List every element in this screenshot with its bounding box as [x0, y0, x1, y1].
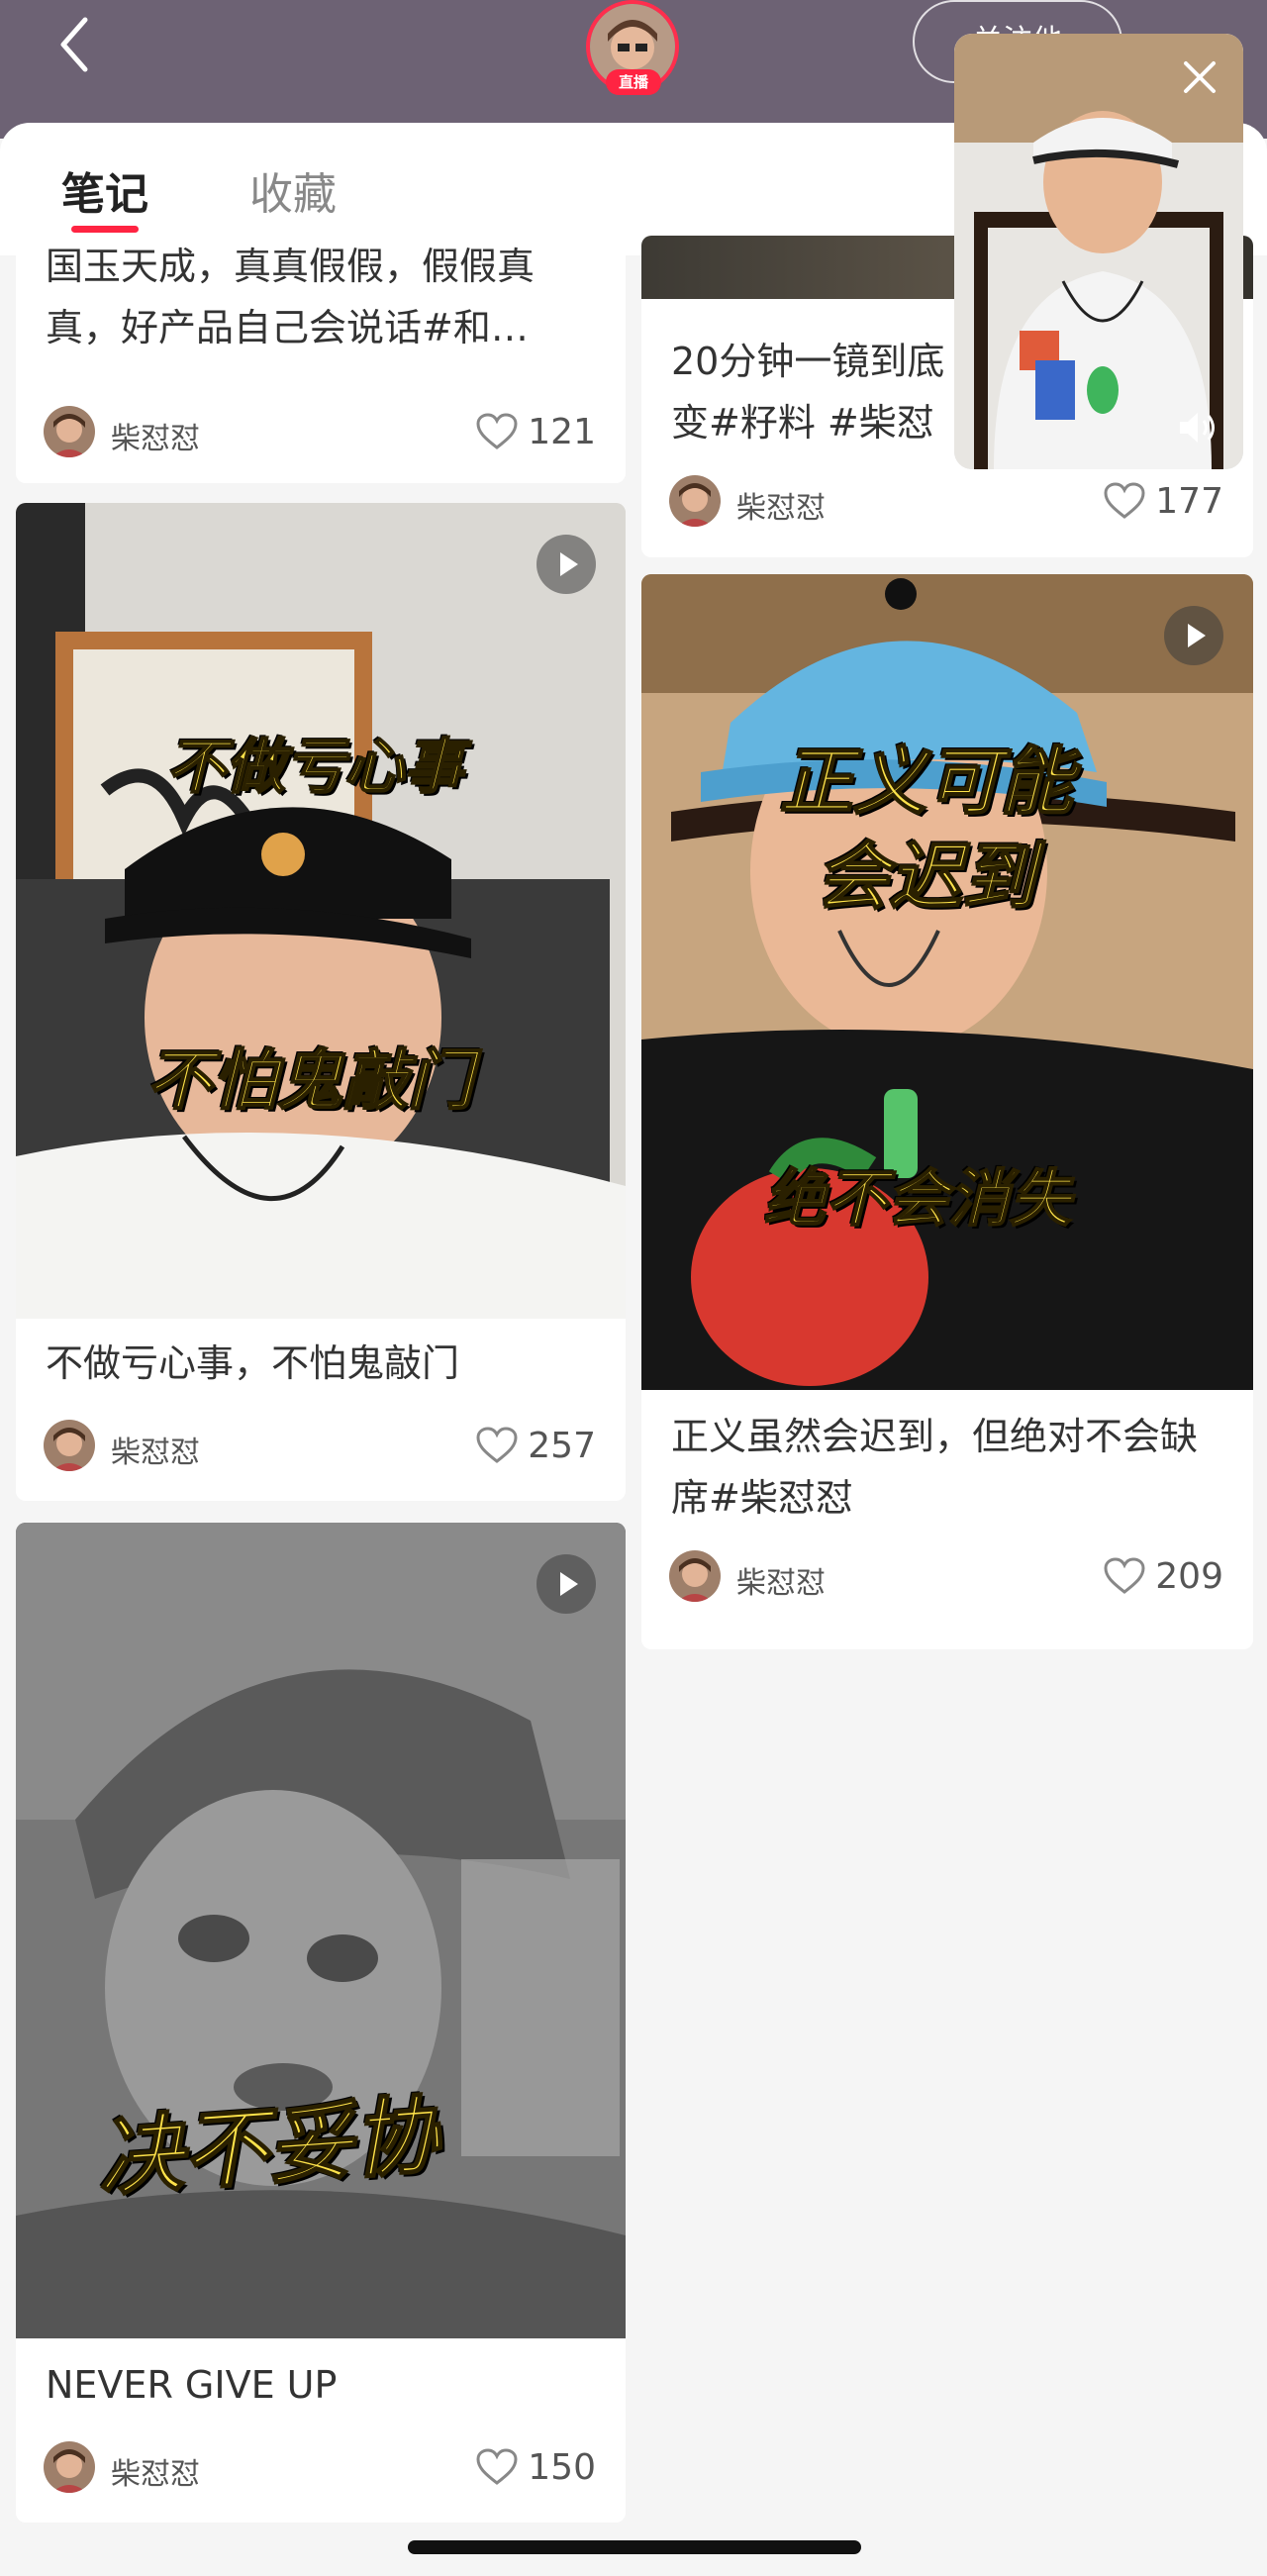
home-indicator	[408, 2540, 861, 2554]
card-title: 国玉天成，真真假假，假假真真，好产品自己会说话#和…	[46, 245, 536, 349]
author-avatar[interactable]	[669, 475, 721, 527]
video-caption-top: 不做亏心事	[165, 732, 464, 803]
profile-notes-page: 直播 关注他 笔记 收藏 国玉天成，真真假假，假假真真，好产品自己会说话#和… …	[0, 0, 1267, 2576]
volume-button[interactable]	[1176, 408, 1221, 447]
author-name[interactable]: 柴怼怼	[736, 483, 826, 527]
card-title: 不做亏心事，不怕鬼敲门	[46, 1341, 460, 1385]
tab-collections[interactable]: 收藏	[249, 158, 337, 222]
play-icon	[536, 535, 596, 594]
author-name[interactable]: 柴怼怼	[111, 1428, 200, 1471]
live-badge: 直播	[606, 69, 661, 95]
cover-image: 不做亏心事 不怕鬼敲门	[16, 503, 626, 1319]
note-card[interactable]: 不做亏心事 不怕鬼敲门 不做亏心事，不怕鬼敲门 柴怼怼 257	[16, 503, 626, 1501]
like-count: 121	[528, 411, 596, 452]
like-button[interactable]: 209	[1104, 1552, 1223, 1600]
author-avatar[interactable]	[669, 1550, 721, 1602]
card-meta: 柴怼怼 177	[669, 473, 1223, 529]
like-count: 209	[1155, 1555, 1223, 1597]
play-icon	[536, 1554, 596, 1614]
author-avatar[interactable]	[44, 1420, 95, 1471]
heart-outline-icon	[476, 413, 518, 449]
heart-outline-icon	[1104, 1557, 1145, 1594]
video-caption-bottom: 决不妥协	[94, 2085, 442, 2210]
card-title: 正义虽然会迟到，但绝对不会缺席#柴怼怼	[671, 1415, 1199, 1520]
active-tab-indicator	[71, 226, 139, 233]
like-count: 150	[528, 2446, 596, 2488]
card-meta: 柴怼怼 121	[44, 404, 596, 459]
note-card[interactable]: 正义可能 会迟到 绝不会消失 正义虽然会迟到，但绝对不会缺席#柴怼怼 柴怼怼 2…	[641, 574, 1253, 1649]
note-card[interactable]: 国玉天成，真真假假，假假真真，好产品自己会说话#和… 柴怼怼 121	[16, 236, 626, 483]
like-button[interactable]: 257	[476, 1422, 596, 1469]
like-button[interactable]: 177	[1104, 477, 1223, 525]
card-title: 20分钟一镜到底变#籽料 #柴怼怼	[671, 340, 945, 445]
author-avatar[interactable]	[44, 2441, 95, 2493]
video-caption-top-2: 会迟到	[815, 834, 1036, 921]
video-caption-bottom: 绝不会消失	[763, 1161, 1072, 1236]
like-button[interactable]: 150	[476, 2443, 596, 2491]
heart-outline-icon	[476, 1427, 518, 1463]
speaker-icon	[1180, 413, 1215, 443]
note-card[interactable]: 决不妥协 NEVER GIVE UP 柴怼怼 150	[16, 1523, 626, 2523]
cover-image: 决不妥协	[16, 1523, 626, 2338]
chevron-left-icon	[60, 17, 88, 72]
like-button[interactable]: 121	[476, 408, 596, 455]
card-meta: 柴怼怼 150	[44, 2439, 596, 2495]
close-icon	[1184, 61, 1216, 93]
video-caption-bottom: 不怕鬼敲门	[146, 1041, 474, 1120]
close-button[interactable]	[1178, 55, 1221, 99]
play-icon	[1164, 606, 1223, 665]
author-avatar[interactable]	[44, 406, 95, 457]
floating-live-player[interactable]	[954, 34, 1243, 469]
live-avatar[interactable]: 直播	[584, 0, 683, 95]
card-meta: 柴怼怼 209	[669, 1548, 1223, 1604]
like-count: 177	[1155, 480, 1223, 522]
heart-outline-icon	[476, 2448, 518, 2485]
author-name[interactable]: 柴怼怼	[736, 1558, 826, 1602]
heart-outline-icon	[1104, 482, 1145, 519]
author-name[interactable]: 柴怼怼	[111, 414, 200, 457]
back-button[interactable]	[49, 16, 99, 73]
author-name[interactable]: 柴怼怼	[111, 2449, 200, 2493]
video-caption-top: 正义可能	[779, 739, 1074, 826]
tab-notes[interactable]: 笔记	[61, 158, 148, 222]
notes-feed: 国玉天成，真真假假，假假真真，好产品自己会说话#和… 柴怼怼 121 20分钟一…	[0, 236, 1267, 2576]
card-meta: 柴怼怼 257	[44, 1418, 596, 1473]
card-title: NEVER GIVE UP	[46, 2363, 338, 2407]
like-count: 257	[528, 1425, 596, 1466]
cover-image: 正义可能 会迟到 绝不会消失	[641, 574, 1253, 1390]
